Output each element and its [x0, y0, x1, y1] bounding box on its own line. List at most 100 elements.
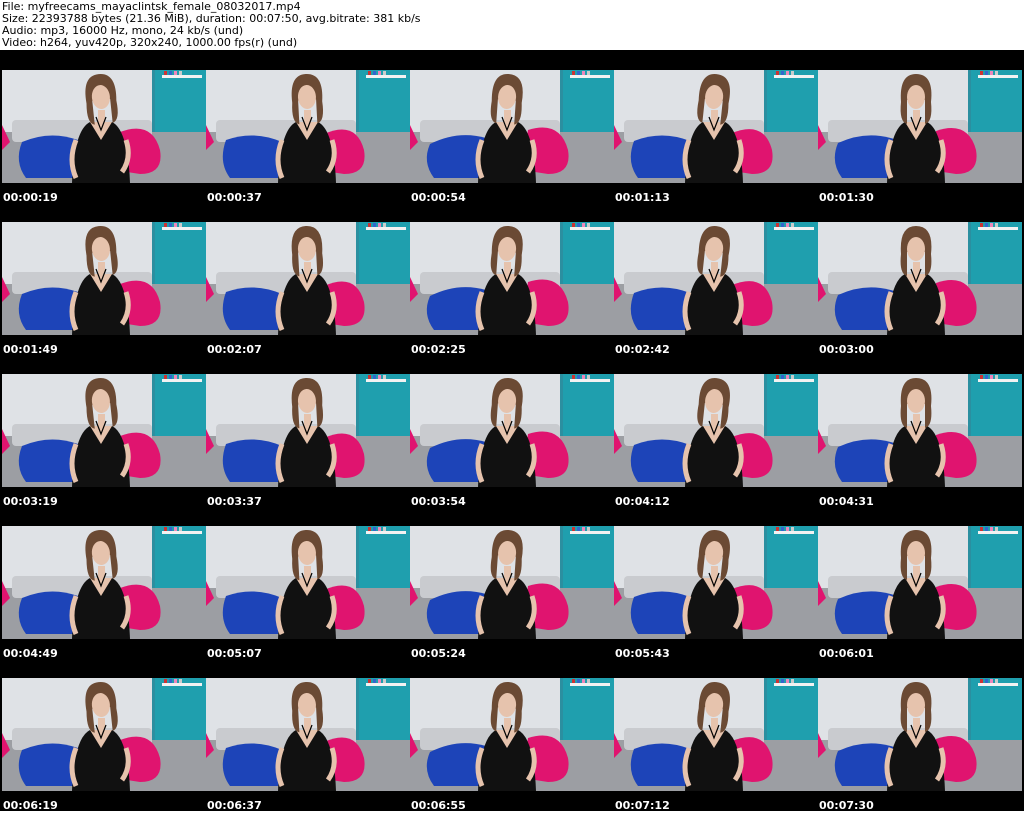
thumbnail-timestamp: 00:04:49 — [3, 647, 58, 660]
video-frame-image — [2, 374, 206, 487]
video-frame-image — [410, 70, 614, 183]
thumbnail-timestamp: 00:04:12 — [615, 495, 670, 508]
thumbnail-frame — [818, 374, 1022, 487]
thumbnail: 00:00:19 — [2, 70, 206, 222]
thumbnail-timestamp: 00:06:19 — [3, 799, 58, 812]
thumbnail: 00:03:19 — [2, 374, 206, 526]
video-frame-image — [206, 222, 410, 335]
video-frame-image — [614, 678, 818, 791]
video-frame-image — [410, 374, 614, 487]
thumbnail: 00:06:01 — [818, 526, 1022, 678]
thumbnail-frame — [614, 222, 818, 335]
thumbnail-timestamp: 00:03:00 — [819, 343, 874, 356]
video-frame-image — [2, 526, 206, 639]
thumbnail-frame — [410, 374, 614, 487]
thumbnail: 00:04:31 — [818, 374, 1022, 526]
thumbnail-frame — [206, 374, 410, 487]
thumbnail: 00:01:13 — [614, 70, 818, 222]
thumbnail-frame — [2, 678, 206, 791]
video-frame-image — [2, 70, 206, 183]
video-frame-image — [206, 678, 410, 791]
thumbnail: 00:02:42 — [614, 222, 818, 374]
video-frame-image — [614, 374, 818, 487]
video-frame-image — [818, 374, 1022, 487]
thumbnail-frame — [614, 70, 818, 183]
video-frame-image — [410, 678, 614, 791]
video-frame-image — [206, 526, 410, 639]
thumbnail: 00:03:37 — [206, 374, 410, 526]
thumbnail-frame — [410, 222, 614, 335]
thumbnail-frame — [614, 678, 818, 791]
thumbnail-frame — [206, 678, 410, 791]
thumbnail-timestamp: 00:02:07 — [207, 343, 262, 356]
thumbnail-frame — [410, 678, 614, 791]
thumbnail-frame — [206, 222, 410, 335]
thumbnail: 00:06:19 — [2, 678, 206, 830]
thumbnail-frame — [818, 70, 1022, 183]
thumbnail-frame — [818, 526, 1022, 639]
thumbnail: 00:00:37 — [206, 70, 410, 222]
video-frame-image — [206, 374, 410, 487]
thumbnail: 00:07:12 — [614, 678, 818, 830]
video-frame-image — [818, 70, 1022, 183]
thumbnail-timestamp: 00:01:30 — [819, 191, 874, 204]
video-frame-image — [614, 70, 818, 183]
thumbnail-grid: 00:00:19 00:00:37 00:00:54 00:01:13 00:0… — [2, 70, 1022, 830]
thumbnail-timestamp: 00:07:30 — [819, 799, 874, 812]
file-info-header: File: myfreecams_mayaclintsk_female_0803… — [0, 0, 1024, 49]
thumbnail-frame — [614, 526, 818, 639]
video-frame-image — [2, 222, 206, 335]
thumbnail: 00:05:07 — [206, 526, 410, 678]
thumbnail-timestamp: 00:06:55 — [411, 799, 466, 812]
video-info-line: Video: h264, yuv420p, 320x240, 1000.00 f… — [2, 36, 298, 49]
thumbnail-timestamp: 00:02:42 — [615, 343, 670, 356]
thumbnail-frame — [818, 678, 1022, 791]
thumbnail: 00:01:49 — [2, 222, 206, 374]
video-frame-image — [206, 70, 410, 183]
thumbnail: 00:05:43 — [614, 526, 818, 678]
video-frame-image — [818, 678, 1022, 791]
thumbnail-timestamp: 00:05:43 — [615, 647, 670, 660]
thumbnail-frame — [614, 374, 818, 487]
thumbnail: 00:02:25 — [410, 222, 614, 374]
thumbnail-timestamp: 00:02:25 — [411, 343, 466, 356]
thumbnail-frame — [410, 526, 614, 639]
thumbnail-frame — [2, 374, 206, 487]
thumbnail: 00:04:49 — [2, 526, 206, 678]
thumbnail-frame — [410, 70, 614, 183]
thumbnail-timestamp: 00:05:24 — [411, 647, 466, 660]
thumbnail: 00:02:07 — [206, 222, 410, 374]
thumbnail-frame — [2, 222, 206, 335]
video-frame-image — [818, 222, 1022, 335]
thumbnail: 00:04:12 — [614, 374, 818, 526]
thumbnail-timestamp: 00:04:31 — [819, 495, 874, 508]
thumbnail: 00:03:54 — [410, 374, 614, 526]
thumbnail: 00:00:54 — [410, 70, 614, 222]
video-frame-image — [410, 526, 614, 639]
thumbnail-frame — [2, 526, 206, 639]
thumbnail-frame — [206, 526, 410, 639]
thumbnail: 00:06:55 — [410, 678, 614, 830]
video-frame-image — [2, 678, 206, 791]
thumbnail: 00:01:30 — [818, 70, 1022, 222]
thumbnail-timestamp: 00:06:01 — [819, 647, 874, 660]
thumbnail-frame — [206, 70, 410, 183]
thumbnail-timestamp: 00:00:37 — [207, 191, 262, 204]
thumbnail-timestamp: 00:00:19 — [3, 191, 58, 204]
thumbnail: 00:07:30 — [818, 678, 1022, 830]
video-frame-image — [410, 222, 614, 335]
video-frame-image — [818, 526, 1022, 639]
thumbnail-timestamp: 00:03:19 — [3, 495, 58, 508]
thumbnail-timestamp: 00:03:37 — [207, 495, 262, 508]
video-frame-image — [614, 526, 818, 639]
thumbnail-frame — [2, 70, 206, 183]
thumbnail-timestamp: 00:01:13 — [615, 191, 670, 204]
thumbnail-timestamp: 00:07:12 — [615, 799, 670, 812]
thumbnail-timestamp: 00:05:07 — [207, 647, 262, 660]
thumbnail: 00:05:24 — [410, 526, 614, 678]
thumbnail: 00:06:37 — [206, 678, 410, 830]
thumbnail: 00:03:00 — [818, 222, 1022, 374]
thumbnail-frame — [818, 222, 1022, 335]
thumbnail-timestamp: 00:03:54 — [411, 495, 466, 508]
thumbnail-timestamp: 00:00:54 — [411, 191, 466, 204]
